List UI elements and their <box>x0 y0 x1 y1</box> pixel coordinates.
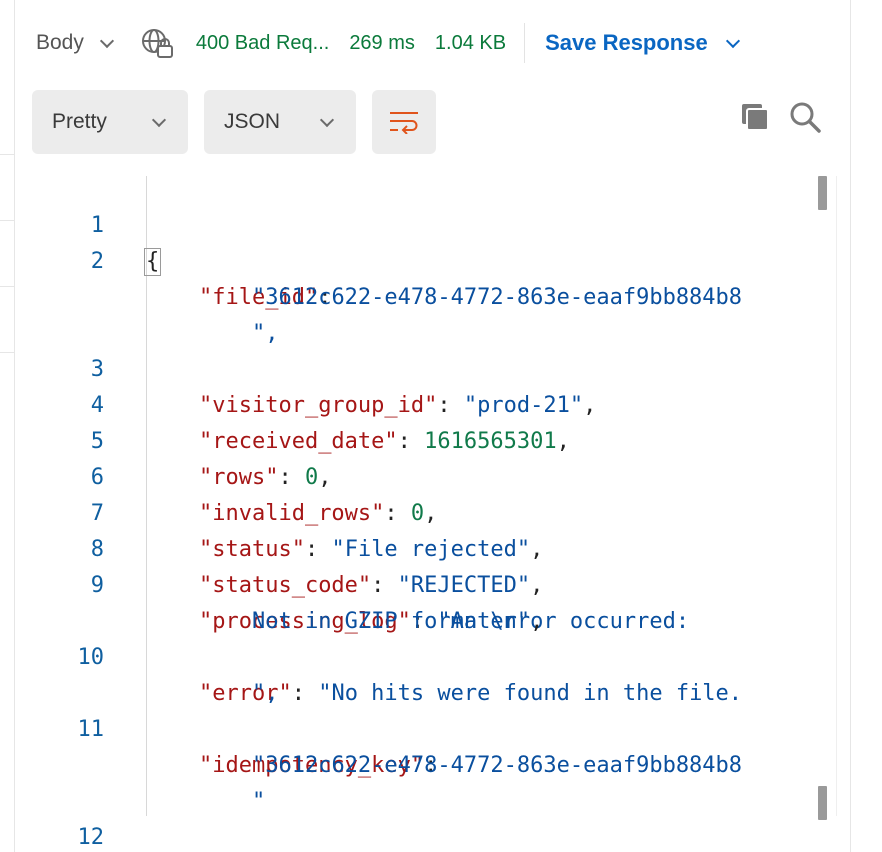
code-line: 1 { <box>0 172 830 276</box>
code-line: 6 "invalid_rows": 0, <box>0 424 830 526</box>
response-body-code[interactable]: 1 { 2 "file_id": "3612c622-e478-4772-863… <box>0 172 830 850</box>
scrollbar-track <box>836 176 837 816</box>
code-line: 7 "status": "File rejected", <box>0 460 830 562</box>
code-line: 9 "processing_log": "An error occurred: <box>0 532 830 634</box>
chevron-down-icon <box>151 112 167 127</box>
body-tab-label: Body <box>36 31 84 54</box>
code-line: 4 "received_date": 1616565301, <box>0 352 830 454</box>
left-panel-divider <box>0 154 15 155</box>
body-tab-dropdown[interactable]: Body <box>36 31 114 55</box>
code-line-wrap: Not in GZIP format\n", <box>251 609 544 634</box>
response-status-bar: Body 400 Bad Req... 269 ms 1.04 KB Save … <box>36 22 740 64</box>
status-divider <box>524 23 526 63</box>
code-line-wrap: " <box>0 748 830 814</box>
view-mode-dropdown[interactable]: Pretty <box>32 90 188 154</box>
response-size-text[interactable]: 1.04 KB <box>435 32 506 55</box>
wrap-lines-icon <box>390 112 418 134</box>
code-line: 3 "visitor_group_id": "prod-21", <box>0 316 830 418</box>
code-line-wrap: ", <box>0 640 830 706</box>
format-label: JSON <box>224 110 281 133</box>
format-toolbar: Pretty JSON <box>32 90 436 154</box>
code-line: 10 "error": "No hits were found in the f… <box>0 604 830 706</box>
code-line: 5 "rows": 0, <box>0 388 830 490</box>
search-icon[interactable] <box>788 100 822 134</box>
code-line-wrap: "3612c622-e478-4772-863e-eaaf9bb884b8 <box>0 244 830 310</box>
view-mode-label: Pretty <box>52 110 107 133</box>
copy-icon[interactable] <box>738 100 772 134</box>
wrap-lines-button[interactable] <box>372 90 436 154</box>
response-time-text[interactable]: 269 ms <box>349 32 415 55</box>
code-line: 11 "idempotency_key": <box>0 676 830 778</box>
line-number: 12 <box>77 825 105 850</box>
save-response-label: Save Response <box>545 30 708 55</box>
code-line-wrap: ", <box>0 280 830 346</box>
code-line: 8 "status_code": "REJECTED", <box>0 496 830 598</box>
code-line: 12 } <box>0 784 830 850</box>
format-dropdown[interactable]: JSON <box>204 90 356 154</box>
code-line-wrap: "3612c622-e478-4772-863e-eaaf9bb884b8 <box>0 712 830 778</box>
chevron-down-icon <box>725 33 740 48</box>
chevron-down-icon <box>319 112 335 127</box>
save-response-button[interactable]: Save Response <box>545 30 740 56</box>
right-panel-edge <box>850 0 851 852</box>
code-line: 2 "file_id": <box>0 208 830 310</box>
chevron-down-icon <box>99 33 114 48</box>
status-code-text[interactable]: 400 Bad Req... <box>196 32 329 55</box>
globe-lock-icon[interactable] <box>140 26 174 60</box>
